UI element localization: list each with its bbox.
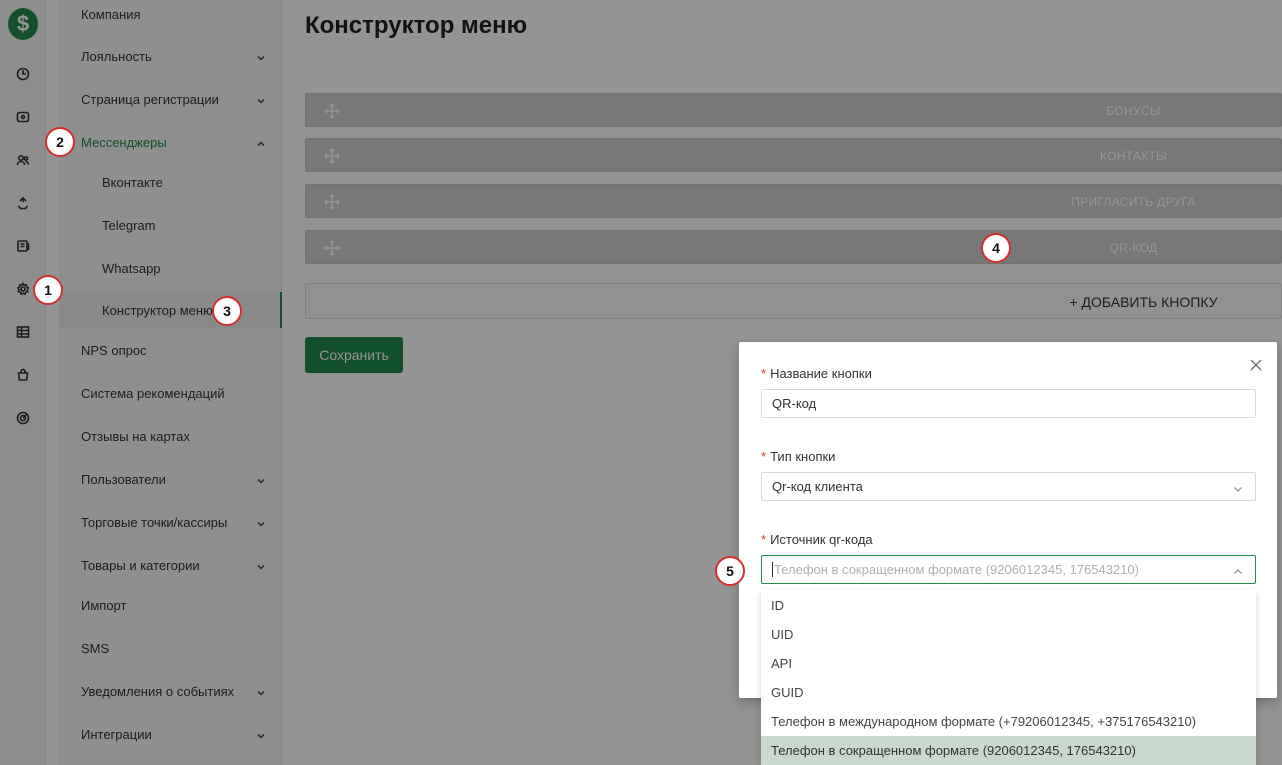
sidebar-item-label: Отзывы на картах (81, 428, 190, 444)
sidebar-item-users[interactable]: Пользователи (59, 461, 282, 497)
source-field-label: * Источник qr-кода (761, 532, 873, 547)
sidebar-item-label: Whatsapp (102, 260, 161, 276)
save-button[interactable]: Сохранить (305, 337, 403, 373)
menu-button-contacts[interactable]: КОНТАКТЫ (305, 138, 1282, 172)
qr-source-dropdown: ID UID API GUID Телефон в международном … (761, 590, 1256, 765)
name-field-label: * Название кнопки (761, 366, 872, 381)
callout-marker: 3 (212, 296, 242, 326)
menu-button-qr-code[interactable]: QR-КОД (305, 230, 1282, 264)
sidebar-item-menu-constructor[interactable]: Конструктор меню (59, 292, 282, 328)
sidebar-item-label: Интеграции (81, 726, 152, 742)
button-name-input[interactable]: QR-код (761, 389, 1256, 418)
chevron-down-icon (256, 51, 266, 61)
app-logo[interactable]: $ (8, 8, 38, 40)
chevron-up-icon (1233, 565, 1243, 575)
chevron-up-icon (256, 137, 266, 147)
bag-icon[interactable] (14, 366, 32, 384)
document-icon[interactable] (14, 237, 32, 255)
sidebar-item-label: Система рекомендаций (81, 385, 225, 401)
menu-button-invite-friend[interactable]: ПРИГЛАСИТЬ ДРУГА (305, 184, 1282, 218)
sidebar-item-label: Товары и категории (81, 557, 200, 573)
sidebar-item-vkontakte[interactable]: Вконтакте (59, 164, 282, 200)
sidebar-item-label: Компания (81, 6, 141, 22)
callout-marker: 5 (715, 556, 745, 586)
sidebar-item-messengers[interactable]: Мессенджеры (59, 124, 282, 160)
menu-button-label: КОНТАКТЫ (1099, 149, 1168, 163)
sidebar-item-label: Лояльность (81, 48, 152, 64)
chevron-down-icon (256, 517, 266, 527)
sidebar-item-import[interactable]: Импорт (59, 587, 282, 623)
dropdown-option-id[interactable]: ID (761, 591, 1256, 620)
dropdown-option-guid[interactable]: GUID (761, 678, 1256, 707)
menu-button-label: БОНУСЫ (1106, 104, 1161, 118)
dropdown-option-api[interactable]: API (761, 649, 1256, 678)
sidebar-item-registration[interactable]: Страница регистрации (59, 81, 282, 117)
page-title: Конструктор меню (305, 12, 528, 39)
sidebar-item-sms[interactable]: SMS (59, 630, 282, 666)
callout-marker: 4 (981, 233, 1011, 263)
sidebar-item-company[interactable]: Компания (59, 0, 282, 32)
add-button-label: + ДОБАВИТЬ КНОПКУ (1069, 294, 1218, 310)
button-type-select[interactable]: Qr-код клиента (761, 472, 1256, 501)
chevron-down-icon (256, 560, 266, 570)
chevron-down-icon (1233, 482, 1243, 492)
close-icon[interactable] (1249, 358, 1263, 372)
sidebar-item-label: Уведомления о событиях (81, 683, 235, 699)
sidebar-item-notifications[interactable]: Уведомления о событиях (59, 673, 282, 709)
sidebar-item-label: Вконтакте (102, 174, 163, 190)
settings-icon[interactable] (14, 280, 32, 298)
callout-marker: 2 (45, 127, 75, 157)
sidebar-item-whatsapp[interactable]: Whatsapp (59, 250, 282, 286)
sidebar-item-products[interactable]: Товары и категории (59, 547, 282, 583)
sidebar-item-label: NPS опрос (81, 342, 147, 358)
recycle-icon[interactable] (14, 194, 32, 212)
text-cursor (772, 562, 773, 577)
users-icon[interactable] (14, 151, 32, 169)
type-field-label: * Тип кнопки (761, 449, 836, 464)
chevron-down-icon (256, 729, 266, 739)
sidebar-item-label: Telegram (102, 217, 156, 233)
callout-marker: 1 (33, 275, 63, 305)
sidebar-item-label: Мессенджеры (81, 134, 167, 150)
dashboard-icon[interactable] (14, 65, 32, 83)
gauge-icon[interactable] (14, 409, 32, 427)
sidebar-item-telegram[interactable]: Telegram (59, 207, 282, 243)
dropdown-option-uid[interactable]: UID (761, 620, 1256, 649)
dropdown-option-phone-international[interactable]: Телефон в международном формате (+792060… (761, 707, 1256, 736)
settings-sidebar: Компания Лояльность Страница регистрации… (59, 0, 282, 765)
sidebar-item-integrations[interactable]: Интеграции (59, 716, 282, 752)
sidebar-item-stores[interactable]: Торговые точки/кассиры (59, 504, 282, 540)
chevron-down-icon (256, 474, 266, 484)
sidebar-item-label: Импорт (81, 597, 127, 613)
add-button[interactable]: + ДОБАВИТЬ КНОПКУ (305, 283, 1282, 319)
sidebar-item-nps[interactable]: NPS опрос (59, 332, 282, 368)
sidebar-item-map-reviews[interactable]: Отзывы на картах (59, 418, 282, 454)
qr-source-select[interactable]: Телефон в сокращенном формате (920601234… (761, 555, 1256, 584)
coupon-icon[interactable] (14, 108, 32, 126)
chevron-down-icon (256, 94, 266, 104)
sidebar-item-recommendations[interactable]: Система рекомендаций (59, 375, 282, 411)
sidebar-item-label: Страница регистрации (81, 91, 219, 107)
sidebar-item-label: Торговые точки/кассиры (81, 514, 228, 530)
sidebar-item-label: SMS (81, 640, 110, 656)
icon-rail: $ (0, 0, 46, 765)
menu-button-bonuses[interactable]: БОНУСЫ (305, 93, 1282, 127)
menu-button-label: QR-КОД (1109, 241, 1158, 255)
table-icon[interactable] (14, 323, 32, 341)
chevron-down-icon (256, 686, 266, 696)
menu-button-label: ПРИГЛАСИТЬ ДРУГА (1071, 195, 1196, 209)
sidebar-item-loyalty[interactable]: Лояльность (59, 38, 282, 74)
dropdown-option-phone-short[interactable]: Телефон в сокращенном формате (920601234… (761, 736, 1256, 765)
sidebar-item-label: Пользователи (81, 471, 166, 487)
sidebar-item-label: Конструктор меню (102, 302, 213, 318)
